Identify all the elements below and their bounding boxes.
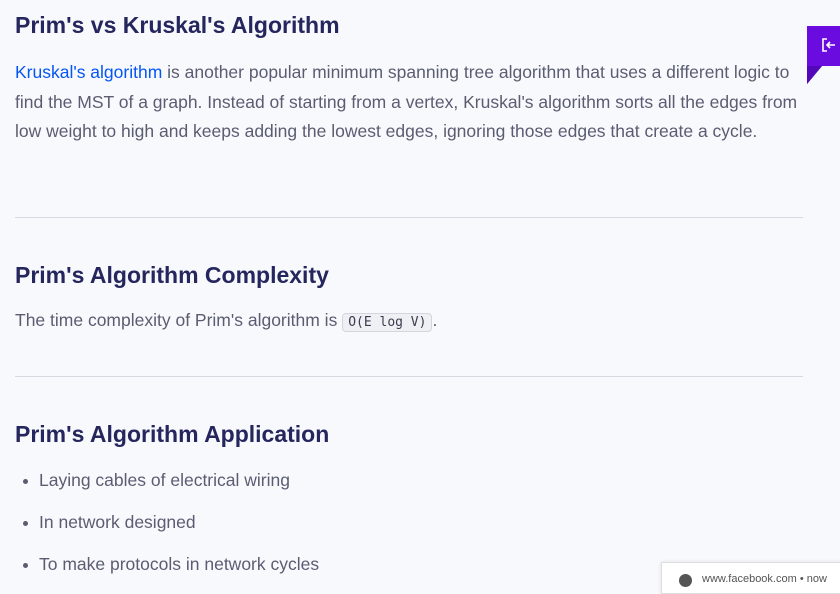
list-item: In network designed (15, 510, 319, 552)
list-item: Laying cables of electrical wiring (15, 468, 319, 510)
section-title: Prim's Algorithm Complexity (15, 262, 329, 288)
section-title: Prim's vs Kruskal's Algorithm (15, 12, 340, 38)
section-title: Prim's Algorithm Application (15, 421, 330, 447)
notification-toast[interactable]: www.facebook.com • now (661, 562, 840, 594)
section-paragraph: Kruskal's algorithm is another popular m… (15, 58, 805, 147)
application-list: Laying cables of electrical wiring In ne… (15, 468, 319, 594)
paragraph-text: The time complexity of Prim's algorithm … (15, 310, 343, 330)
divider (15, 217, 803, 218)
paragraph-text: . (432, 310, 438, 330)
side-tab-button[interactable] (807, 26, 840, 84)
exit-icon (807, 26, 840, 84)
kruskal-link[interactable]: Kruskal's algorithm (15, 62, 162, 82)
section-paragraph: The time complexity of Prim's algorithm … (15, 306, 805, 338)
list-item: To make protocols in network cycles (15, 552, 319, 594)
divider (15, 376, 803, 377)
globe-icon (679, 574, 692, 587)
code-snippet: O(E log V) (342, 313, 433, 332)
notification-text: www.facebook.com • now (702, 573, 827, 585)
